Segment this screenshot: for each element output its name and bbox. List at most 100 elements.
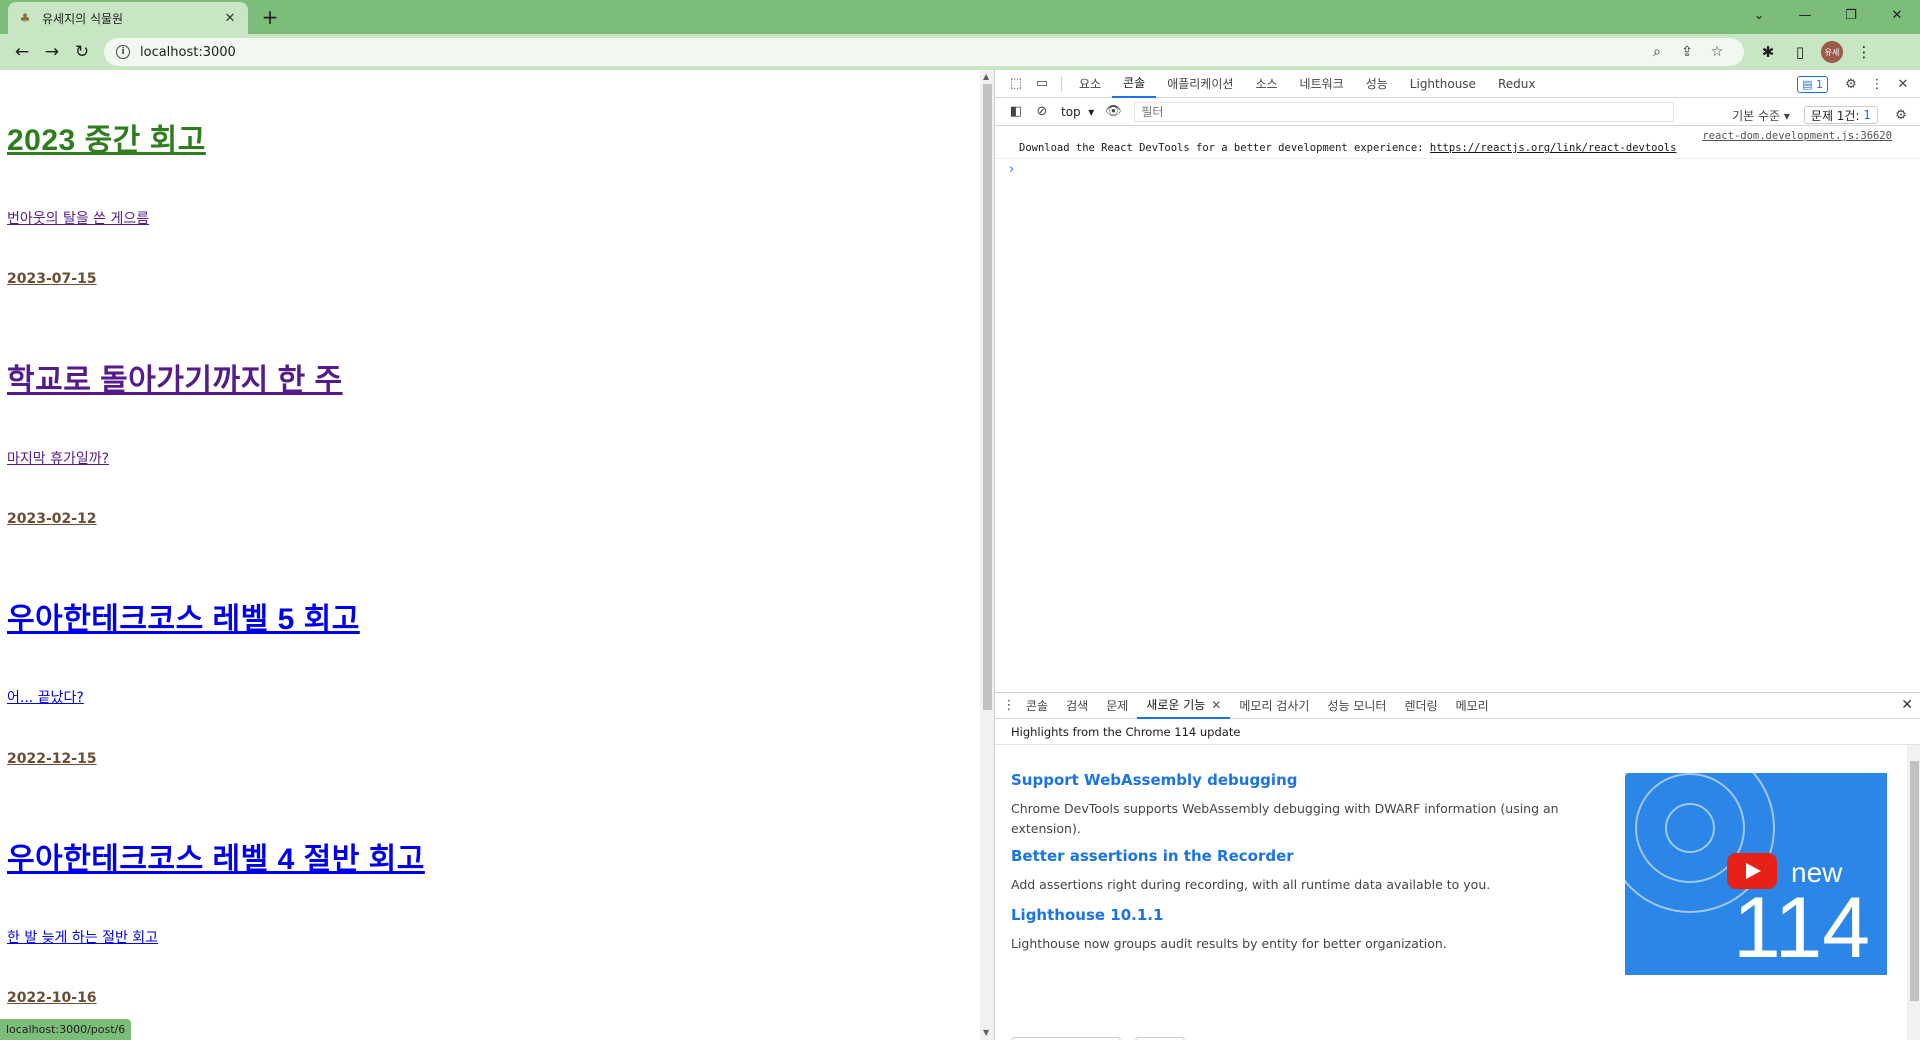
tab-console[interactable]: 콘솔 <box>1112 70 1157 98</box>
address-bar[interactable]: i localhost:3000 ⌕ ⇪ ☆ <box>104 38 1744 66</box>
tab-lighthouse[interactable]: Lighthouse <box>1399 70 1487 98</box>
context-select[interactable]: top ▾ <box>1055 102 1100 122</box>
issues-badge[interactable]: ▤ 1 <box>1797 75 1828 93</box>
drawer-tab-issues[interactable]: 문제 <box>1097 693 1137 719</box>
drawer-tab-memory-inspector[interactable]: 메모리 검사기 <box>1230 693 1318 719</box>
tab-performance[interactable]: 성능 <box>1355 70 1399 98</box>
drawer-menu-icon[interactable]: ⋮ <box>1001 693 1017 719</box>
browser-tab[interactable]: ♣ 유세지의 식물원 ✕ <box>8 2 248 34</box>
divider <box>995 158 1920 159</box>
post-title[interactable]: 학교로 돌아가기까지 한 주 <box>7 355 343 399</box>
site-info-icon[interactable]: i <box>116 45 130 59</box>
issues-count: 1 <box>1863 108 1871 122</box>
menu-kebab-icon[interactable]: ⋮ <box>1848 38 1880 66</box>
close-tab-icon[interactable]: ✕ <box>1211 698 1221 712</box>
react-devtools-link[interactable]: https://reactjs.org/link/react-devtools <box>1430 142 1677 154</box>
whats-new-scroll-thumb[interactable] <box>1910 761 1919 1001</box>
log-level-value: 기본 수준 <box>1732 108 1781 123</box>
zoom-icon[interactable]: ⌕ <box>1642 44 1672 60</box>
post-item: 우아한테크코스 레벨 4 절반 회고 <box>7 834 425 878</box>
whats-new-highlights: Highlights from the Chrome 114 update <box>995 719 1920 745</box>
devtools-menu-icon[interactable]: ⋮ <box>1864 71 1890 97</box>
tab-network[interactable]: 네트워크 <box>1289 70 1355 98</box>
tab-elements[interactable]: 요소 <box>1068 70 1112 98</box>
close-tab-icon[interactable]: ✕ <box>222 10 238 26</box>
post-date-wrap: 2022-10-16 <box>7 990 97 1006</box>
new-tab-button[interactable]: + <box>256 6 284 30</box>
tab-application[interactable]: 애플리케이션 <box>1156 70 1244 98</box>
clear-console-icon[interactable]: ⊘ <box>1029 99 1055 125</box>
drawer-tab-search[interactable]: 검색 <box>1057 693 1097 719</box>
whats-new-heading[interactable]: Support WebAssembly debugging <box>1011 771 1297 789</box>
reload-button[interactable]: ↻ <box>68 38 96 66</box>
plant-favicon-icon: ♣ <box>19 11 31 25</box>
page-scrollbar[interactable]: ▲ ▼ <box>980 70 994 1040</box>
whats-new-scrollbar[interactable] <box>1907 745 1920 1040</box>
device-toolbar-icon[interactable]: ▭ <box>1029 71 1055 97</box>
post-date[interactable]: 2022-12-15 <box>7 751 97 767</box>
post-date-wrap: 2023-02-12 <box>7 511 97 527</box>
console-settings-gear-icon[interactable]: ⚙ <box>1888 102 1914 128</box>
close-drawer-icon[interactable]: ✕ <box>1901 697 1913 713</box>
tab-search-icon[interactable]: ⌄ <box>1736 0 1782 30</box>
whats-new-content: Support WebAssembly debugging Chrome Dev… <box>995 745 1920 1040</box>
post-subtitle-wrap: 마지막 휴가일까? <box>7 448 109 468</box>
close-devtools-icon[interactable]: ✕ <box>1890 71 1916 97</box>
close-window-button[interactable]: ✕ <box>1874 0 1920 30</box>
drawer-tabbar: ⋮ 콘솔 검색 문제 새로운 기능 ✕ 메모리 검사기 성능 모니터 렌더링 메모… <box>995 693 1920 719</box>
post-title[interactable]: 우아한테크코스 레벨 5 회고 <box>7 594 360 638</box>
bookmark-star-icon[interactable]: ☆ <box>1702 44 1732 60</box>
post-subtitle[interactable]: 번아웃의 탈을 쓴 게으름 <box>7 208 149 228</box>
url-text[interactable]: localhost:3000 <box>140 45 1642 60</box>
whats-new-heading[interactable]: Better assertions in the Recorder <box>1011 847 1294 865</box>
page-scroll-thumb[interactable] <box>983 84 992 710</box>
profile-avatar[interactable]: 유세 <box>1821 41 1843 63</box>
back-button[interactable]: ← <box>8 38 36 66</box>
video-version-label: 114 <box>1733 880 1871 975</box>
drawer-tab-whats-new[interactable]: 새로운 기능 ✕ <box>1137 693 1231 719</box>
side-panel-icon[interactable]: ▯ <box>1784 38 1816 66</box>
post-date-wrap: 2022-12-15 <box>7 751 97 767</box>
minimize-button[interactable]: — <box>1782 0 1828 30</box>
post-subtitle[interactable]: 한 발 늦게 하는 절반 회고 <box>7 927 158 947</box>
post-item: 우아한테크코스 레벨 5 회고 <box>7 594 360 638</box>
decorative-circle <box>1665 803 1715 853</box>
drawer-tab-performance-monitor[interactable]: 성능 모니터 <box>1318 693 1395 719</box>
log-message: Download the React DevTools for a better… <box>1019 142 1676 154</box>
drawer-tab-rendering[interactable]: 렌더링 <box>1395 693 1446 719</box>
console-output: react-dom.development.js:36620 Download … <box>995 126 1920 678</box>
post-subtitle[interactable]: 마지막 휴가일까? <box>7 448 109 468</box>
post-subtitle[interactable]: 어... 끝났다? <box>7 687 84 707</box>
drawer-tab-console[interactable]: 콘솔 <box>1017 693 1057 719</box>
scroll-up-arrow-icon[interactable]: ▲ <box>983 72 989 81</box>
divider <box>1061 75 1062 92</box>
post-date[interactable]: 2022-10-16 <box>7 990 97 1006</box>
log-source-link[interactable]: react-dom.development.js:36620 <box>1702 130 1892 142</box>
drawer-tab-memory[interactable]: 메모리 <box>1447 693 1498 719</box>
live-expression-eye-icon[interactable]: 👁 <box>1100 99 1126 125</box>
window-controls: ⌄ — ❐ ✕ <box>1736 0 1920 30</box>
post-title[interactable]: 우아한테크코스 레벨 4 절반 회고 <box>7 834 425 878</box>
post-date[interactable]: 2023-07-15 <box>7 271 97 287</box>
whats-new-heading[interactable]: Lighthouse 10.1.1 <box>1011 906 1163 924</box>
post-subtitle-wrap: 한 발 늦게 하는 절반 회고 <box>7 927 158 947</box>
scroll-down-arrow-icon[interactable]: ▼ <box>983 1028 989 1037</box>
extensions-icon[interactable]: ✱ <box>1752 38 1784 66</box>
console-filter-input[interactable]: 필터 <box>1134 101 1675 122</box>
inspect-element-icon[interactable]: ⬚ <box>1003 71 1029 97</box>
settings-gear-icon[interactable]: ⚙ <box>1838 71 1864 97</box>
share-icon[interactable]: ⇪ <box>1672 44 1702 60</box>
tab-sources[interactable]: 소스 <box>1244 70 1288 98</box>
forward-button[interactable]: → <box>38 38 66 66</box>
issues-counter[interactable]: 문제 1건: 1 <box>1803 106 1878 124</box>
sidebar-toggle-icon[interactable]: ◧ <box>1003 99 1029 125</box>
restore-button[interactable]: ❐ <box>1828 0 1874 30</box>
devtools-panel: ⬚ ▭ 요소 콘솔 애플리케이션 소스 네트워크 성능 Lighthouse R… <box>994 70 1920 1040</box>
log-level-select[interactable]: 기본 수준 ▾ <box>1732 107 1790 124</box>
tab-redux[interactable]: Redux <box>1487 70 1547 98</box>
console-prompt-icon[interactable]: › <box>1009 162 1014 177</box>
post-title[interactable]: 2023 중간 회고 <box>7 115 206 159</box>
chrome-114-video-thumbnail[interactable]: new 114 <box>1625 773 1887 975</box>
page-content: 2023 중간 회고 번아웃의 탈을 쓴 게으름 2023-07-15 학교로 … <box>0 70 980 1040</box>
post-date[interactable]: 2023-02-12 <box>7 511 97 527</box>
